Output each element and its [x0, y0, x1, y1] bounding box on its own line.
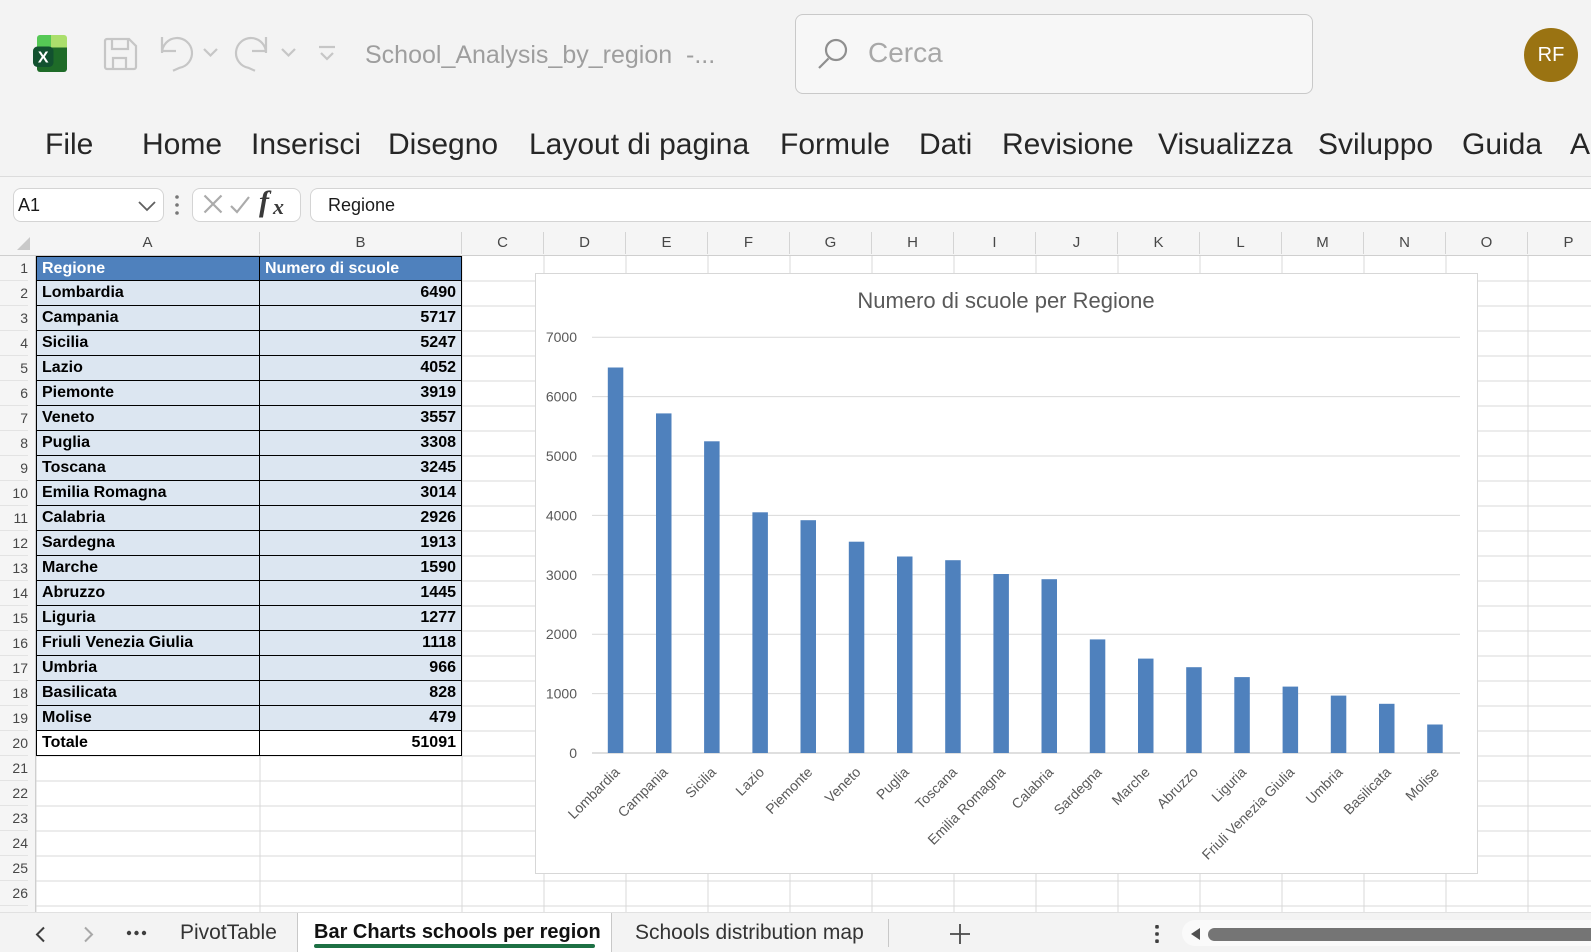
- svg-text:6000: 6000: [546, 389, 577, 405]
- svg-text:1000: 1000: [546, 686, 577, 702]
- svg-text:4000: 4000: [546, 507, 577, 523]
- svg-text:3000: 3000: [546, 567, 577, 583]
- svg-text:Numero di scuole per Regione: Numero di scuole per Regione: [857, 288, 1154, 313]
- svg-text:5000: 5000: [546, 448, 577, 464]
- svg-text:7000: 7000: [546, 329, 577, 345]
- svg-text:X: X: [38, 50, 49, 67]
- svg-text:2000: 2000: [546, 626, 577, 642]
- svg-text:0: 0: [569, 745, 577, 761]
